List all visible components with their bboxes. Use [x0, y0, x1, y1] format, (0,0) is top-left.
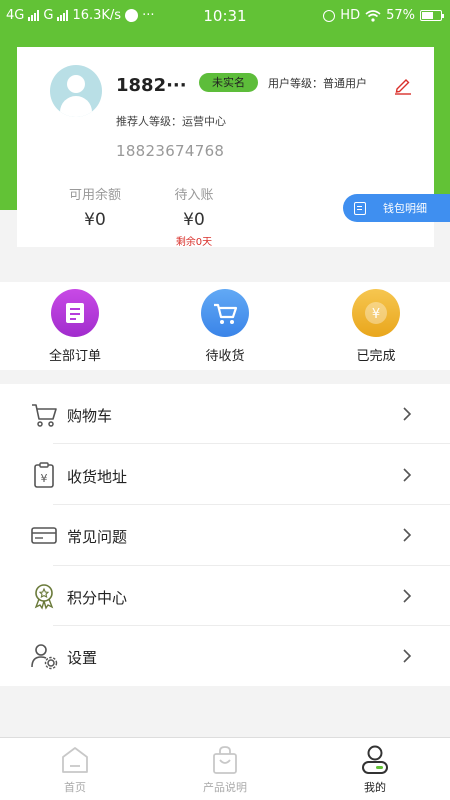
pending-delivery-button[interactable]: 待收货	[165, 282, 285, 370]
cart-icon	[201, 289, 249, 337]
menu-label-address: 收货地址	[67, 468, 128, 486]
medal-icon	[34, 584, 54, 610]
nav-tab-mine[interactable]: 我的	[300, 738, 450, 800]
profile-icon	[362, 745, 388, 774]
menu-item-points[interactable]: 积分中心	[0, 566, 450, 627]
menu-item-cart[interactable]: 购物车	[0, 384, 450, 445]
menu-label-cart: 购物车	[67, 407, 113, 425]
all-orders-icon	[51, 289, 99, 337]
menu-item-faq[interactable]: 常见问题	[0, 505, 450, 566]
nav-label-home: 首页	[64, 781, 86, 794]
yen-coin-icon: ¥	[352, 289, 400, 337]
battery-icon	[420, 10, 444, 21]
menu-label-faq: 常见问题	[67, 528, 128, 546]
chevron-right-icon	[403, 468, 412, 482]
shopping-cart-icon	[32, 404, 57, 427]
wifi-icon	[365, 9, 381, 22]
chevron-right-icon	[403, 528, 412, 542]
wallet-details-label: 钱包明细	[383, 202, 427, 215]
nav-tab-product-info[interactable]: 产品说明	[150, 738, 300, 800]
menu-label-points: 积分中心	[67, 589, 128, 607]
svg-text:¥: ¥	[41, 472, 48, 485]
order-shortcuts: 全部订单 待收货 ¥ 已完成	[0, 282, 450, 370]
card-icon	[31, 527, 57, 544]
pending-value[interactable]: ¥0	[154, 210, 234, 230]
completed-label: 已完成	[356, 349, 396, 364]
remaining-days: 剩余0天	[175, 237, 213, 248]
bottom-navigation: 首页 产品说明 我的	[0, 737, 450, 800]
completed-button[interactable]: ¥ 已完成	[316, 282, 436, 370]
shopping-bag-icon	[213, 746, 237, 774]
divider	[53, 443, 450, 444]
chevron-right-icon	[403, 649, 412, 663]
user-nickname: 1882···	[116, 75, 187, 96]
referrer-level: 推荐人等级：运营中心	[116, 115, 226, 128]
nav-label-product-info: 产品说明	[203, 781, 247, 794]
battery-level: 57%	[386, 8, 415, 23]
menu-item-settings[interactable]: 设置	[0, 626, 450, 687]
home-icon	[62, 747, 88, 773]
alarm-icon	[323, 9, 336, 22]
svg-text:¥: ¥	[372, 307, 380, 322]
status-bar: 4G G 16.3K/s ··· 10:31 HD 57%	[0, 0, 450, 32]
pending-label: 待入账	[174, 188, 214, 203]
chevron-right-icon	[403, 589, 412, 603]
balance-value[interactable]: ¥0	[55, 210, 135, 230]
balance-label: 可用余额	[68, 188, 121, 203]
chevron-right-icon	[403, 407, 412, 421]
nav-tab-home[interactable]: 首页	[0, 738, 150, 800]
all-orders-label: 全部订单	[48, 349, 101, 364]
phone-number: 18823674768	[116, 142, 225, 160]
hd-indicator: HD	[340, 8, 361, 23]
nav-label-mine: 我的	[364, 781, 386, 794]
pending-delivery-label: 待收货	[205, 349, 245, 364]
edit-icon[interactable]	[393, 75, 413, 95]
address-clipboard-icon: ¥	[34, 462, 54, 488]
menu-item-address[interactable]: ¥ 收货地址	[0, 445, 450, 506]
menu-list: 购物车 ¥ 收货地址 常见问题 积分中心 设置	[0, 384, 450, 686]
wallet-details-button[interactable]: 钱包明细	[343, 194, 450, 222]
auth-status-badge[interactable]: 未实名	[199, 73, 258, 92]
avatar[interactable]	[50, 65, 102, 117]
user-settings-icon	[31, 644, 58, 670]
user-level: 用户等级：普通用户	[268, 77, 367, 90]
menu-label-settings: 设置	[67, 649, 98, 667]
all-orders-button[interactable]: 全部订单	[15, 282, 135, 370]
wallet-icon	[354, 201, 366, 215]
